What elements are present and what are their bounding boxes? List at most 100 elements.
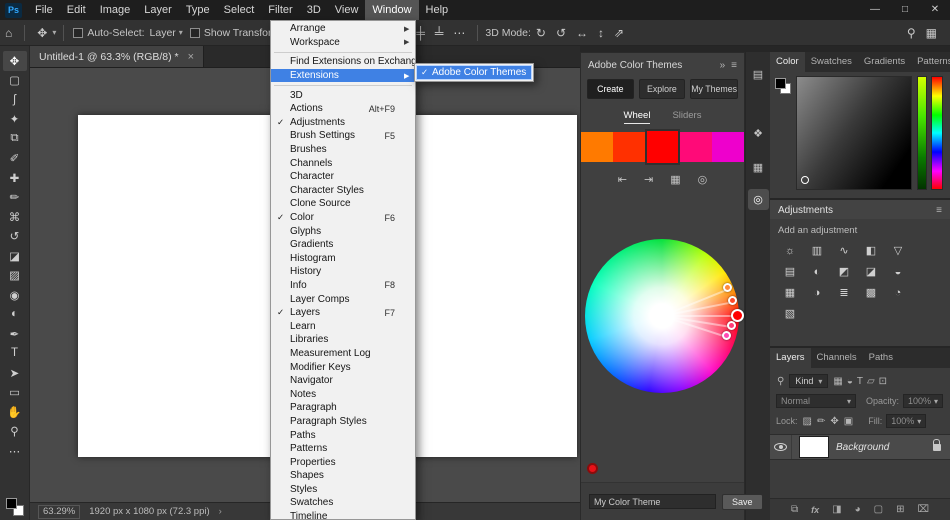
ct-tab-my-themes[interactable]: My Themes	[690, 79, 739, 99]
layer-name[interactable]: Background	[836, 442, 933, 453]
menu-item-workspace[interactable]: Workspace ▶	[271, 36, 415, 50]
menu-item-histogram[interactable]: Histogram	[271, 252, 415, 266]
menu-item-brushes[interactable]: Brushes	[271, 143, 415, 157]
tab-paths[interactable]: Paths	[863, 348, 899, 368]
home-icon[interactable]: ⌂	[0, 26, 17, 40]
posterize-icon[interactable]: ≣	[834, 285, 854, 300]
maximize-button[interactable]: □	[890, 0, 920, 20]
theme-name-input[interactable]	[589, 494, 716, 509]
menubar-item-layer[interactable]: Layer	[137, 0, 179, 20]
collapse-panel-icon[interactable]: »	[720, 60, 726, 71]
menu-item-gradients[interactable]: Gradients	[271, 238, 415, 252]
link-layers-icon[interactable]: ⧉	[791, 504, 798, 515]
menu-item-extensions[interactable]: Extensions ▶	[271, 68, 415, 83]
levels-icon[interactable]: ▥	[807, 243, 827, 258]
close-icon[interactable]: ×	[188, 51, 194, 63]
minimize-button[interactable]: —	[860, 0, 890, 20]
roll-3d-icon[interactable]: ↺	[551, 26, 571, 40]
chevron-down-icon[interactable]: ▾	[52, 28, 56, 37]
color-field-marker[interactable]	[801, 176, 809, 184]
color-slider-secondary[interactable]	[917, 76, 927, 190]
panel-menu-icon[interactable]: ≡	[936, 205, 942, 216]
auto-select-target-dropdown[interactable]: Layer ▾	[145, 26, 188, 40]
tab-gradients[interactable]: Gradients	[858, 52, 911, 72]
lock-image-icon[interactable]: ✏	[816, 416, 826, 427]
tab-channels[interactable]: Channels	[811, 348, 863, 368]
ct-mode-wheel[interactable]: Wheel	[623, 110, 651, 124]
menu-item-character[interactable]: Character	[271, 170, 415, 184]
layer-mask-icon[interactable]: ◨	[832, 504, 841, 515]
threshold-icon[interactable]: ▩	[861, 285, 881, 300]
orbit-3d-icon[interactable]: ↻	[531, 26, 551, 40]
menubar-item-view[interactable]: View	[328, 0, 366, 20]
menu-item-3d[interactable]: 3D	[271, 88, 415, 102]
menubar-item-help[interactable]: Help	[419, 0, 456, 20]
menubar-item-type[interactable]: Type	[179, 0, 217, 20]
wheel-handle[interactable]	[722, 331, 731, 340]
menu-item-find-extensions[interactable]: Find Extensions on Exchange...	[271, 55, 415, 69]
wheel-handle[interactable]	[723, 283, 732, 292]
menu-item-patterns[interactable]: Patterns	[271, 442, 415, 456]
zoom-tool[interactable]: ⚲	[3, 422, 27, 442]
wheel-handle[interactable]	[727, 321, 736, 330]
grid-view-icon[interactable]: ▦	[670, 173, 680, 186]
tab-swatches[interactable]: Swatches	[805, 52, 858, 72]
gradient-tool[interactable]: ▨	[3, 266, 27, 286]
theme-swatch-4[interactable]	[680, 132, 713, 162]
menubar-item-image[interactable]: Image	[93, 0, 138, 20]
zoom-level-field[interactable]: 63.29%	[38, 504, 81, 519]
layer-filter-kind-dropdown[interactable]: Kind ▾	[789, 374, 829, 388]
vibrance-icon[interactable]: ▽	[888, 243, 908, 258]
filter-type-icon[interactable]: T	[856, 376, 864, 387]
theme-swatch-5[interactable]	[712, 132, 744, 162]
menu-item-paragraph-styles[interactable]: Paragraph Styles	[271, 415, 415, 429]
more-options-icon[interactable]: ⋯	[448, 26, 470, 40]
quick-selection-tool[interactable]: ✦	[3, 110, 27, 130]
menu-item-layer-comps[interactable]: Layer Comps	[271, 292, 415, 306]
menu-item-navigator[interactable]: Navigator	[271, 374, 415, 388]
ct-tab-create[interactable]: Create	[587, 79, 634, 99]
menubar-item-edit[interactable]: Edit	[60, 0, 93, 20]
document-tab[interactable]: Untitled-1 @ 63.3% (RGB/8) * ×	[30, 46, 205, 67]
dodge-tool[interactable]: ◐	[3, 305, 27, 325]
menu-item-clone-source[interactable]: Clone Source	[271, 197, 415, 211]
close-button[interactable]: ✕	[920, 0, 950, 20]
exposure-icon[interactable]: ◧	[861, 243, 881, 258]
eraser-tool[interactable]: ◪	[3, 246, 27, 266]
eyedropper-tool[interactable]: ✐	[3, 149, 27, 169]
history-panel-icon[interactable]: ▤	[748, 64, 769, 85]
layer-thumbnail[interactable]	[799, 436, 829, 458]
menu-item-character-styles[interactable]: Character Styles	[271, 184, 415, 198]
search-icon[interactable]: ⚲	[902, 26, 921, 40]
menu-item-libraries[interactable]: Libraries	[271, 333, 415, 347]
menubar-item-filter[interactable]: Filter	[261, 0, 299, 20]
color-balance-icon[interactable]: ◐	[807, 264, 827, 279]
scale-3d-icon[interactable]: ⇗	[609, 26, 629, 40]
menu-item-learn[interactable]: Learn	[271, 319, 415, 333]
menu-item-properties[interactable]: Properties	[271, 455, 415, 469]
menu-item-glyphs[interactable]: Glyphs	[271, 224, 415, 238]
menu-item-layers[interactable]: ✓ Layers F7	[271, 306, 415, 320]
align-bottom-icon[interactable]: ╧	[430, 26, 449, 40]
opacity-dropdown[interactable]: 100% ▾	[903, 394, 944, 408]
menu-item-color[interactable]: ✓ Color F6	[271, 211, 415, 225]
hue-saturation-icon[interactable]: ▤	[780, 264, 800, 279]
filter-pixel-icon[interactable]: ▦	[832, 376, 843, 387]
hand-tool[interactable]: ✋	[3, 402, 27, 422]
blend-mode-dropdown[interactable]: Normal ▾	[776, 394, 856, 408]
foreground-color-swatch[interactable]	[6, 498, 17, 509]
filter-shape-icon[interactable]: ▱	[866, 376, 876, 387]
menubar-item-window[interactable]: Window	[365, 0, 419, 20]
channel-mixer-icon[interactable]: ◒	[888, 264, 908, 279]
healing-brush-tool[interactable]: ✚	[3, 168, 27, 188]
menu-item-arrange[interactable]: Arrange ▶	[271, 22, 415, 36]
menubar-item-select[interactable]: Select	[217, 0, 262, 20]
color-rule-icon[interactable]: ◎	[698, 173, 708, 186]
theme-swatch-2[interactable]	[612, 132, 645, 162]
menu-item-paragraph[interactable]: Paragraph	[271, 401, 415, 415]
lock-transparency-icon[interactable]: ▨	[802, 416, 813, 427]
theme-swatch-3[interactable]	[644, 129, 681, 165]
move-tool[interactable]: ✥	[2, 51, 27, 71]
curves-icon[interactable]: ∿	[834, 243, 854, 258]
wheel-handle-main[interactable]	[731, 309, 744, 322]
